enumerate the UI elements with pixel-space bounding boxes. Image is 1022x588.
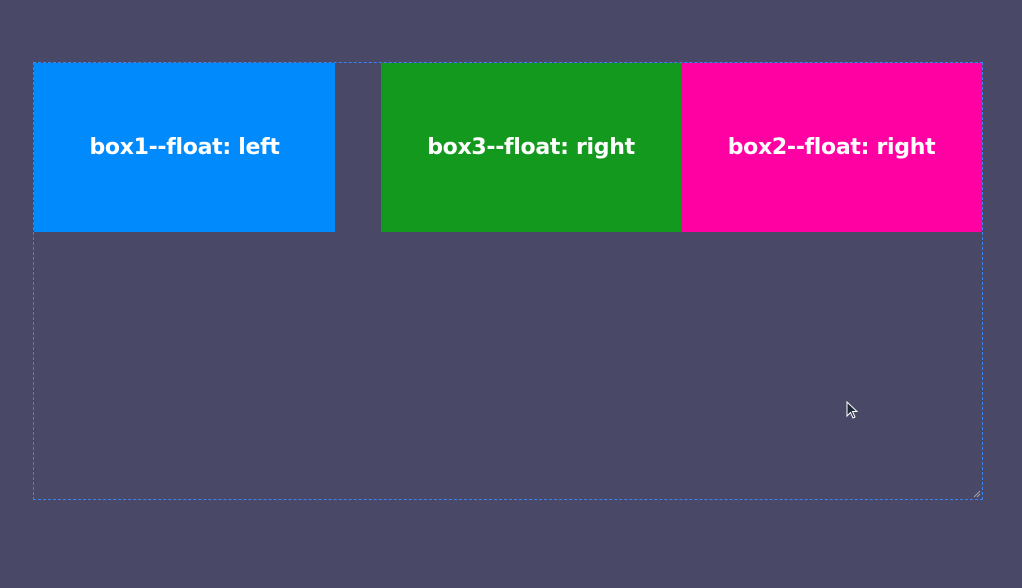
box1-label: box1--float: left (89, 135, 280, 160)
box3-float-right: box3--float: right (381, 63, 681, 232)
mouse-pointer-icon (846, 401, 859, 419)
box3-label: box3--float: right (427, 135, 635, 160)
box2-float-right: box2--float: right (681, 63, 982, 232)
resize-handle-icon[interactable] (973, 490, 981, 498)
box2-label: box2--float: right (727, 135, 936, 160)
float-container: box1--float: left box2--float: right box… (33, 62, 983, 500)
box1-float-left: box1--float: left (34, 63, 335, 232)
